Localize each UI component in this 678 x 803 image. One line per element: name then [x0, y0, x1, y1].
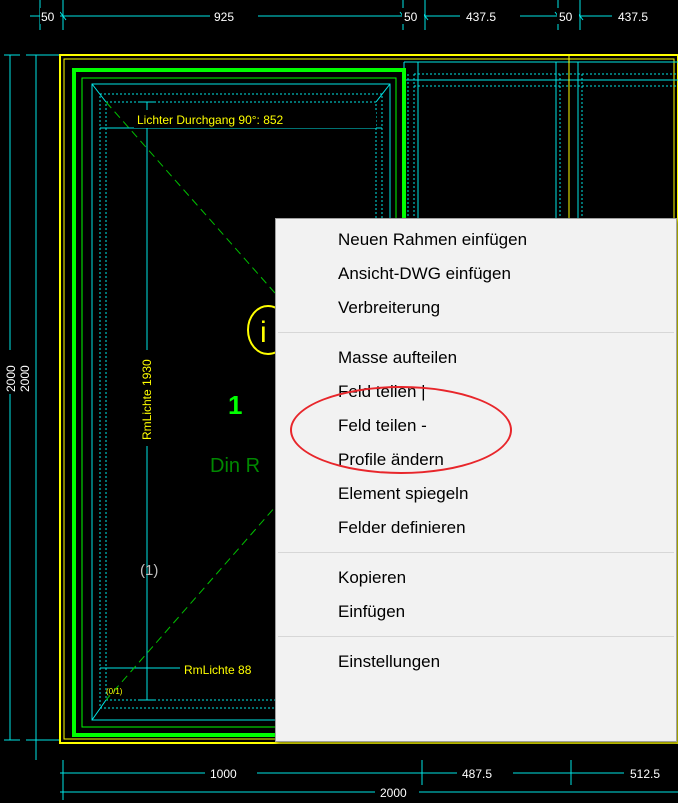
- menu-separator: [278, 552, 674, 553]
- left-dimension-labels: 2000 2000: [2, 350, 34, 394]
- menu-item-felder-definieren[interactable]: Felder definieren: [276, 511, 676, 545]
- menu-item-einstellungen[interactable]: Einstellungen: [276, 645, 676, 679]
- dim-top-437-b: 437.5: [618, 10, 648, 24]
- menu-item-profile-aendern[interactable]: Profile ändern: [276, 443, 676, 477]
- menu-item-ansicht-dwg[interactable]: Ansicht-DWG einfügen: [276, 257, 676, 291]
- top-dimension-line: [30, 0, 678, 30]
- dim-bottom-512: 512.5: [630, 767, 660, 781]
- left-dimension-lines: [4, 54, 60, 760]
- dim-left-2000-outer: 2000: [4, 365, 18, 392]
- menu-item-neuer-rahmen[interactable]: Neuen Rahmen einfügen: [276, 223, 676, 257]
- dim-top-925: 925: [214, 10, 234, 24]
- dim-top-50-a: 50: [41, 10, 55, 24]
- menu-item-feld-teilen-vertical[interactable]: Feld teilen |: [276, 375, 676, 409]
- dim-bottom-2000: 2000: [380, 786, 407, 800]
- field-index: (1): [140, 562, 158, 579]
- menu-item-feld-teilen-horizontal[interactable]: Feld teilen -: [276, 409, 676, 443]
- dim-bottom-487: 487.5: [462, 767, 492, 781]
- din-label: Din R: [210, 455, 260, 477]
- menu-item-element-spiegeln[interactable]: Element spiegeln: [276, 477, 676, 511]
- dim-left-2000-inner: 2000: [18, 365, 32, 392]
- menu-item-einfuegen[interactable]: Einfügen: [276, 595, 676, 629]
- menu-separator: [278, 332, 674, 333]
- context-menu[interactable]: Neuen Rahmen einfügen Ansicht-DWG einfüg…: [275, 218, 677, 742]
- dim-top-50-c: 50: [559, 10, 573, 24]
- opening-direction-lines: [105, 101, 291, 701]
- field-number: 1: [228, 390, 242, 420]
- clear-passage-label: Lichter Durchgang 90°: 852: [137, 113, 284, 127]
- right-field-grid: [403, 55, 678, 220]
- info-icon-glyph: i: [260, 316, 267, 349]
- dim-top-437-a: 437.5: [466, 10, 496, 24]
- menu-item-verbreiterung[interactable]: Verbreiterung: [276, 291, 676, 325]
- rm-lichte-horizontal-label: RmLichte 88: [184, 663, 252, 677]
- dim-top-50-b: 50: [404, 10, 418, 24]
- small-marker: (0/1): [106, 687, 123, 696]
- menu-item-kopieren[interactable]: Kopieren: [276, 561, 676, 595]
- rm-lichte-vertical-label: RmLichte 1930: [140, 359, 154, 440]
- menu-separator: [278, 636, 674, 637]
- bottom-dimension-lines: [60, 760, 678, 800]
- bottom-dimension-labels: 1000 487.5 512.5 2000: [205, 765, 678, 800]
- menu-item-masse-aufteilen[interactable]: Masse aufteilen: [276, 341, 676, 375]
- dim-bottom-1000: 1000: [210, 767, 237, 781]
